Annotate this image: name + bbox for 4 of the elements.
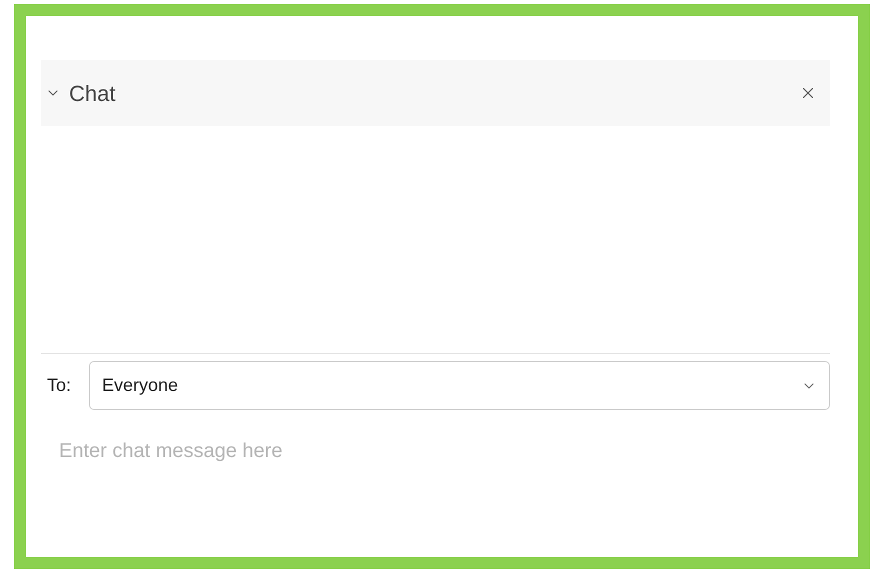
recipient-select[interactable]: Everyone (89, 361, 830, 410)
recipient-label: To: (47, 374, 72, 397)
message-field[interactable]: Enter chat message here (59, 434, 819, 468)
panel-title: Chat (69, 80, 116, 108)
